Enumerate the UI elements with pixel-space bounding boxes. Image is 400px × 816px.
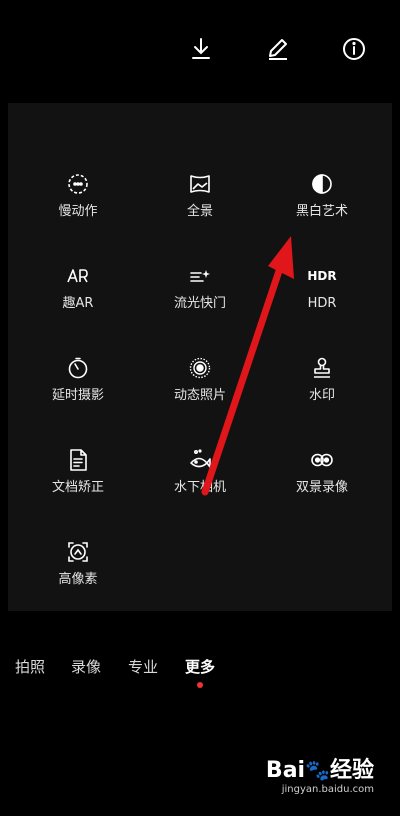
monochrome-icon [310,172,334,196]
high-resolution-icon [66,540,90,564]
hdr-icon: HDR [307,269,337,283]
mode-light-painting[interactable]: 流光快门 [138,264,262,324]
active-tab-indicator [197,682,203,688]
tab-pro[interactable]: 专业 [128,657,158,677]
mode-label: 高像素 [58,572,98,587]
modes-panel: 慢动作 全景 黑白艺术 趣AR 流光快门 HDR HDR 延时摄影 动态照片 水… [8,103,392,611]
tab-more[interactable]: 更多 [185,657,215,677]
mode-label: 水下相机 [173,480,226,495]
mode-moving-picture[interactable]: 动态照片 [138,356,262,416]
info-icon[interactable] [341,36,367,62]
mode-label: 文档矫正 [51,480,104,495]
baidu-jingyan-watermark: Bai🐾经验 jingyan.baidu.com [266,757,374,796]
mode-dual-view[interactable]: 双景录像 [260,448,384,508]
mode-label: 动态照片 [173,388,226,403]
panorama-icon [188,172,212,196]
watermark-stamp-icon [310,356,334,380]
mode-hdr[interactable]: HDR HDR [260,264,384,324]
mode-label: 双景录像 [295,480,348,495]
time-lapse-icon [66,356,90,380]
mode-label: 趣AR [62,296,94,311]
mode-label: 黑白艺术 [295,204,348,219]
mode-ar[interactable]: 趣AR [16,264,140,324]
mode-tab-bar: 拍照 录像 专业 更多 [0,657,400,697]
tab-video[interactable]: 录像 [71,657,101,677]
watermark-logo: Bai🐾经验 [265,758,374,783]
mode-document[interactable]: 文档矫正 [16,448,140,508]
moving-picture-icon [188,356,212,380]
tab-photo[interactable]: 拍照 [15,657,45,677]
mode-label: 流光快门 [173,296,226,311]
dual-view-icon [310,448,334,472]
mode-watermark[interactable]: 水印 [260,356,384,416]
mode-label: 水印 [308,388,335,403]
document-icon [66,448,90,472]
watermark-url: jingyan.baidu.com [281,784,374,795]
mode-slow-motion[interactable]: 慢动作 [16,172,140,232]
mode-high-resolution[interactable]: 高像素 [16,540,140,600]
pencil-icon[interactable] [265,36,291,62]
mode-label: 延时摄影 [51,388,104,403]
ar-icon [66,264,90,288]
download-icon[interactable] [188,36,214,62]
mode-time-lapse[interactable]: 延时摄影 [16,356,140,416]
mode-label: HDR [307,296,337,311]
underwater-icon [188,448,212,472]
mode-label: 全景 [186,204,213,219]
mode-underwater[interactable]: 水下相机 [138,448,262,508]
mode-monochrome[interactable]: 黑白艺术 [260,172,384,232]
mode-label: 慢动作 [58,204,98,219]
mode-panorama[interactable]: 全景 [138,172,262,232]
light-painting-icon [188,264,212,288]
paw-icon: 🐾 [305,758,330,782]
slow-motion-icon [66,172,90,196]
